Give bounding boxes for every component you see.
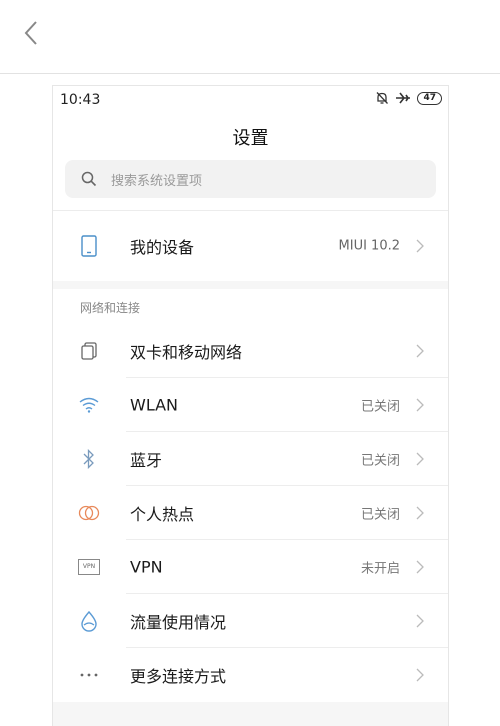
item-label: 个人热点	[130, 505, 195, 524]
vpn-icon: VPN	[77, 555, 101, 579]
section-gap	[53, 281, 448, 289]
item-value: 已关闭	[360, 507, 400, 523]
search-placeholder: 搜索系统设置项	[111, 173, 203, 189]
item-label: 更多连接方式	[130, 667, 227, 686]
chevron-right-icon	[416, 506, 424, 520]
item-label: WLAN	[130, 395, 179, 415]
chevron-right-icon	[416, 239, 424, 253]
item-label: 双卡和移动网络	[130, 343, 243, 362]
section-label-network: 网络和连接	[80, 301, 141, 315]
section-gap-bottom	[53, 702, 448, 726]
item-label: 蓝牙	[130, 451, 163, 470]
back-arrow-icon[interactable]	[18, 16, 48, 50]
item-value: 已关闭	[360, 399, 400, 415]
data-usage-icon	[77, 609, 101, 633]
mute-bell-icon	[376, 92, 389, 104]
hotspot-icon	[77, 501, 101, 525]
airplane-icon	[396, 92, 411, 104]
list-item-hotspot[interactable]: 个人热点 已关闭	[53, 486, 448, 540]
chevron-right-icon	[416, 560, 424, 574]
search-bar[interactable]: 搜索系统设置项	[65, 160, 436, 198]
sim-icon	[77, 339, 101, 363]
chevron-right-icon	[416, 614, 424, 628]
bluetooth-icon	[77, 447, 101, 471]
chevron-right-icon	[416, 452, 424, 466]
vpn-icon-text: VPN	[78, 559, 100, 575]
my-device-value: MIUI 10.2	[338, 238, 400, 254]
my-device-row[interactable]: 我的设备 MIUI 10.2	[53, 219, 448, 273]
status-icons: 47	[375, 91, 442, 105]
list-item-more-connections[interactable]: 更多连接方式	[53, 648, 448, 702]
my-device-label: 我的设备	[130, 238, 195, 257]
page-title: 设置	[232, 128, 269, 149]
wifi-icon	[77, 393, 101, 417]
search-icon	[81, 171, 97, 187]
phone-screen: 10:43 47 设置 搜索系统设置项 我的设备 MIUI 10.2 网络和连接…	[52, 85, 449, 726]
battery-indicator: 47	[417, 91, 442, 105]
item-label: 流量使用情况	[130, 613, 227, 632]
item-value: 未开启	[360, 561, 400, 577]
chevron-right-icon	[416, 668, 424, 682]
chevron-right-icon	[416, 344, 424, 358]
item-value: 已关闭	[360, 453, 400, 469]
status-time: 10:43	[60, 92, 101, 108]
list-item-dual-sim[interactable]: 双卡和移动网络	[53, 324, 448, 378]
outer-header	[0, 0, 500, 74]
list-item-wlan[interactable]: WLAN 已关闭	[53, 378, 448, 432]
divider	[53, 210, 448, 211]
device-icon	[77, 234, 101, 258]
list-item-bluetooth[interactable]: 蓝牙 已关闭	[53, 432, 448, 486]
more-icon	[77, 663, 101, 687]
list-item-data-usage[interactable]: 流量使用情况	[53, 594, 448, 648]
item-label: VPN	[130, 557, 163, 577]
list-item-vpn[interactable]: VPN VPN 未开启	[53, 540, 448, 594]
status-bar: 10:43 47	[53, 86, 448, 114]
chevron-right-icon	[416, 398, 424, 412]
